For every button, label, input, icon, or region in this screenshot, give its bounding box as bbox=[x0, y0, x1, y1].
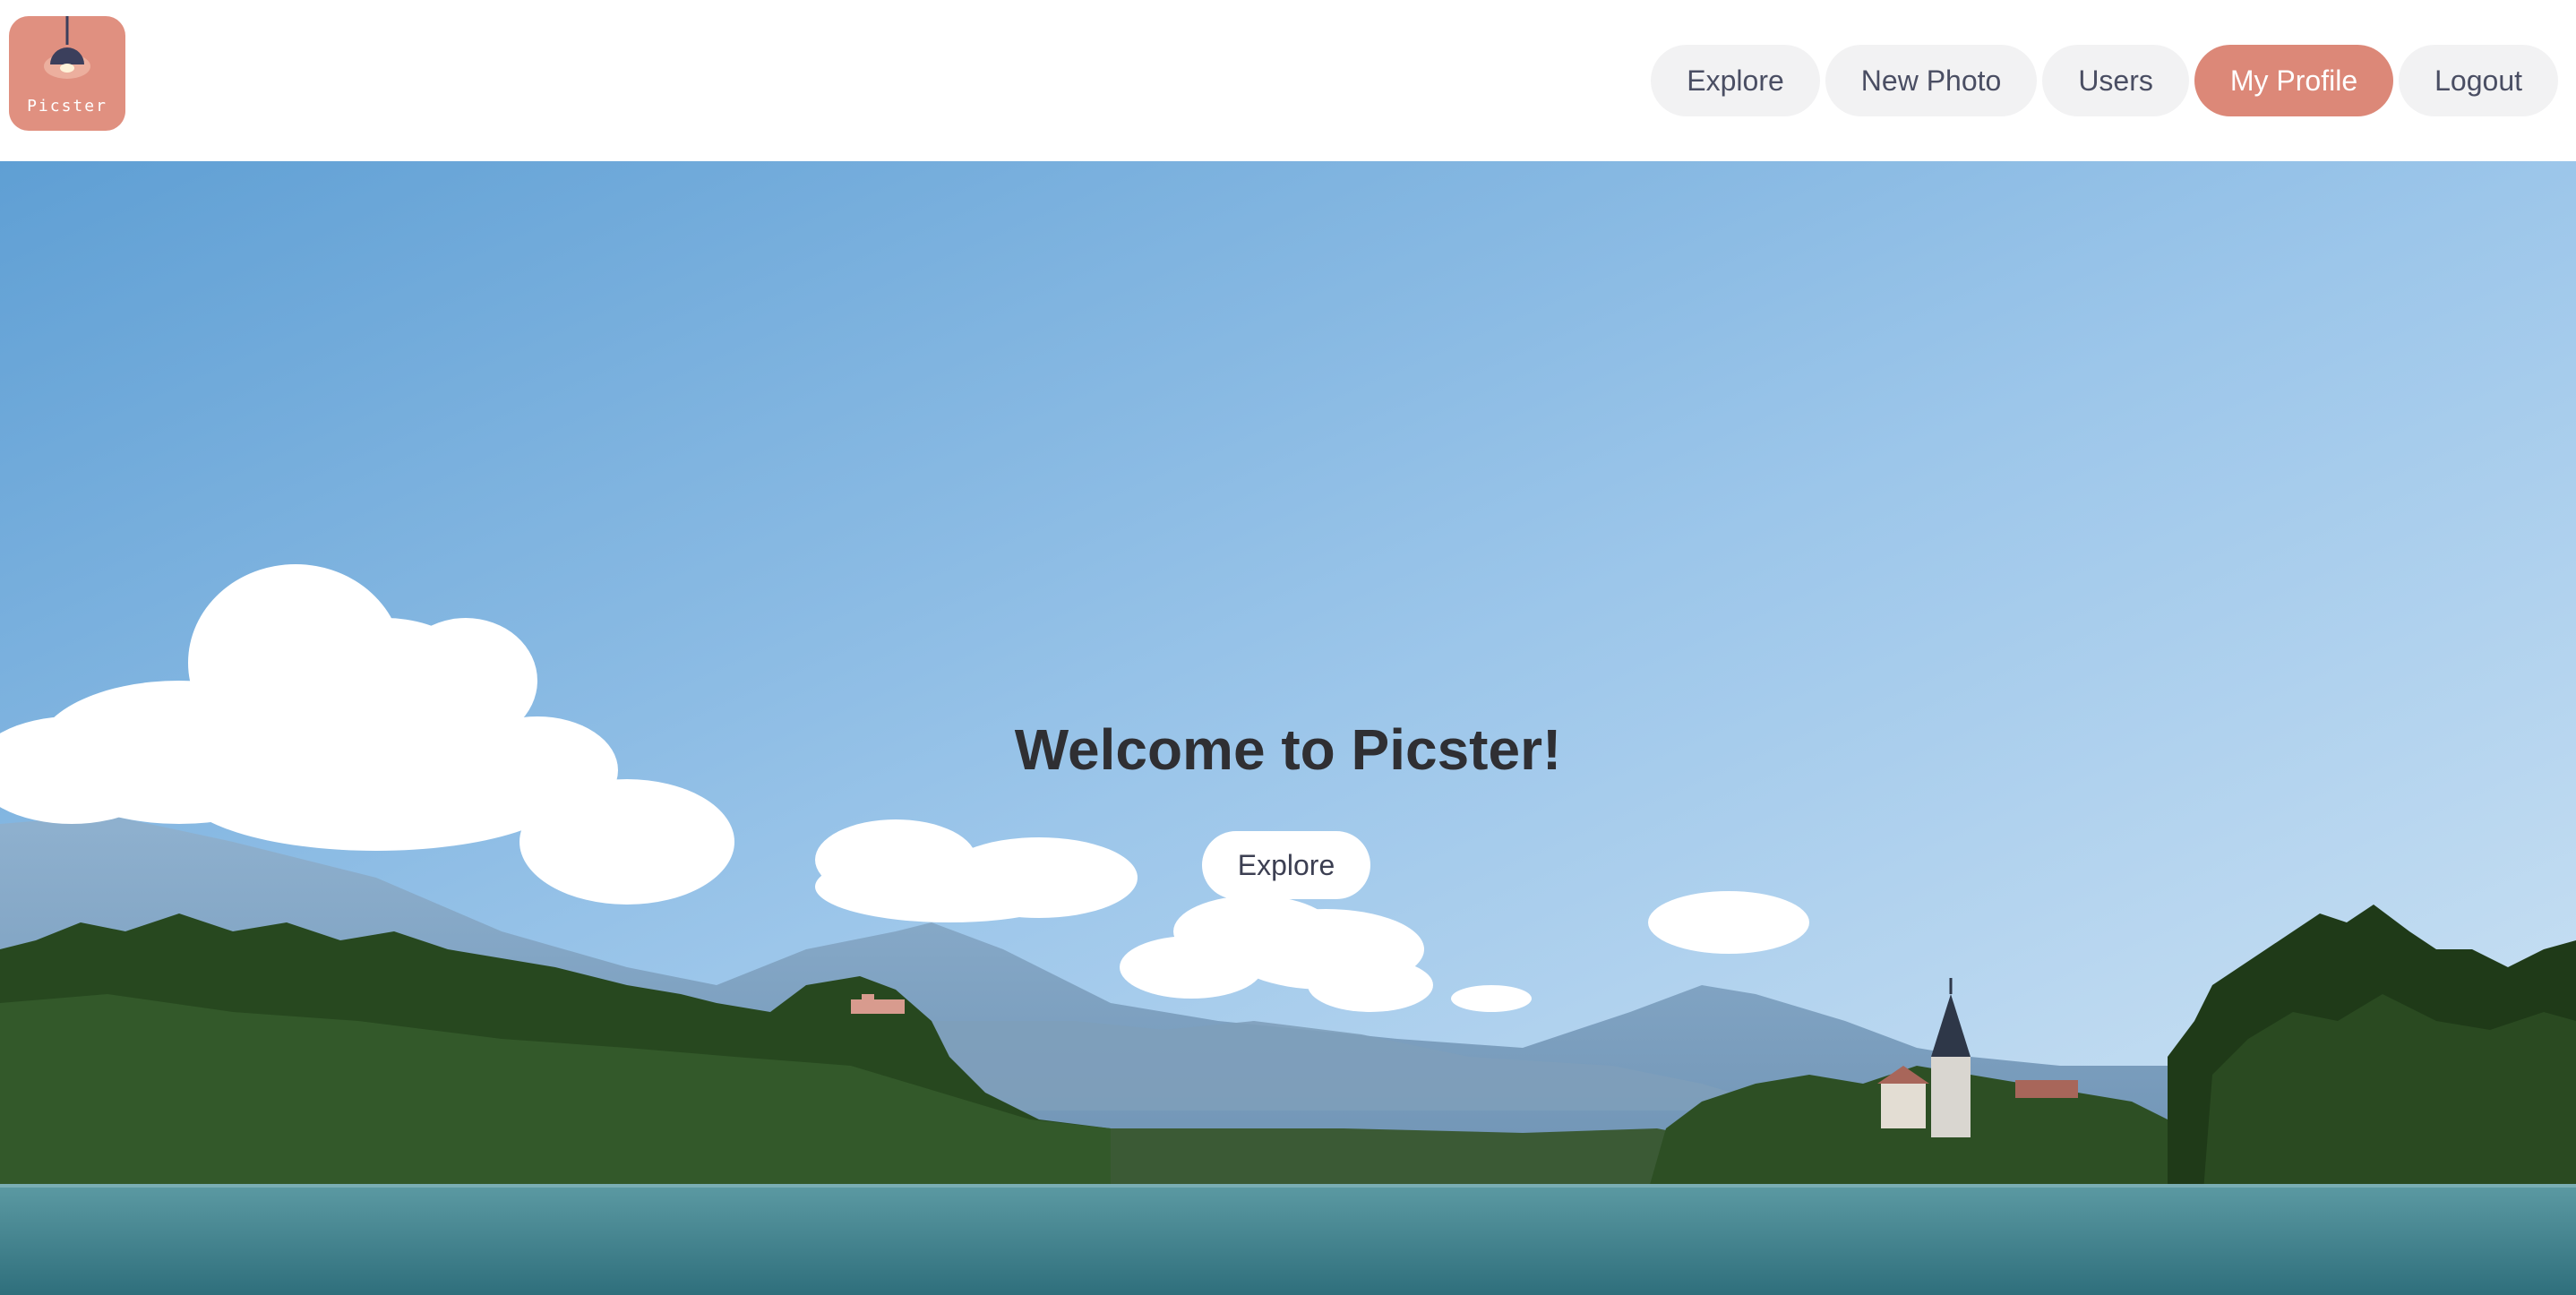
nav-logout-button[interactable]: Logout bbox=[2399, 45, 2558, 116]
nav-users-button[interactable]: Users bbox=[2042, 45, 2189, 116]
nav-new-photo-button[interactable]: New Photo bbox=[1825, 45, 2038, 116]
logo-text: Picster bbox=[27, 97, 107, 116]
hero-title: Welcome to Picster! bbox=[1014, 717, 1562, 782]
picster-logo[interactable]: Picster bbox=[9, 16, 125, 131]
hero-section: Welcome to Picster! Explore bbox=[0, 161, 2576, 1295]
hero-explore-button[interactable]: Explore bbox=[1202, 831, 1370, 899]
main-nav: Explore New Photo Users My Profile Logou… bbox=[1651, 45, 2558, 116]
nav-my-profile-button[interactable]: My Profile bbox=[2194, 45, 2394, 116]
nav-explore-button[interactable]: Explore bbox=[1651, 45, 1820, 116]
site-header: Picster Explore New Photo Users My Profi… bbox=[0, 0, 2576, 161]
